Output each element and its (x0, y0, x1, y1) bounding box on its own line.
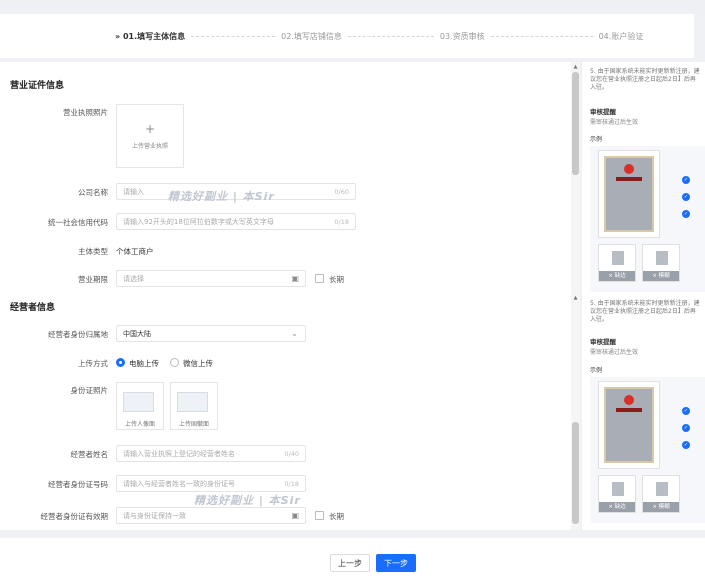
sample-label: 示例 (590, 136, 603, 143)
step-2: 02.填写店铺信息 (281, 31, 342, 41)
id-valid-long-label: 长期 (329, 512, 344, 521)
operator-id-number-input[interactable]: 请输入与经营者姓名一致的身份证号 0/18 (116, 475, 306, 492)
footer-bar: 上一步 下一步 (0, 538, 705, 580)
region-select[interactable]: 中国大陆 ⌄ (116, 325, 306, 342)
radio-wechat-upload[interactable] (170, 358, 179, 367)
sample-thumb-missing-edge: × 缺边 (598, 475, 636, 513)
upload-id-back-button[interactable]: 上传国徽面 (170, 382, 218, 430)
check-icon: ✓ (682, 441, 690, 449)
guidance-note: 5. 由于国家系统未能实时更新新注册，建议您在营业执照注册之日起后2日】后再入驻… (590, 68, 700, 91)
upload-id-front-label: 上传人像面 (124, 421, 155, 428)
step-divider (191, 35, 276, 37)
business-section-title: 营业证件信息 (10, 81, 65, 91)
subject-type-value: 个体工商户 (116, 247, 154, 256)
radio-computer-upload[interactable] (116, 358, 125, 367)
id-card-front-icon (123, 392, 154, 412)
watermark: 精选好副业 | 本Sir (194, 494, 301, 507)
plus-icon: + (144, 121, 156, 136)
step-1: » 01.填写主体信息 (115, 31, 186, 41)
operator-id-valid-placeholder: 请与身份证保持一致 (123, 511, 186, 520)
step-progress: » 01.填写主体信息 02.填写店铺信息 03.资质审核 04.账户验证 (0, 14, 694, 58)
license-sample-image (598, 150, 660, 238)
sample-box: ✓ ✓ ✓ × 缺边 × 模糊 (590, 146, 705, 292)
business-term-placeholder: 请选择 (123, 274, 144, 283)
check-icon: ✓ (682, 424, 690, 432)
emblem-icon (624, 164, 634, 174)
credit-code-label: 统一社会信用代码 (48, 218, 108, 227)
scroll-up-icon[interactable]: ▲ (572, 64, 579, 70)
license-photo-label: 营业执照照片 (63, 108, 108, 117)
operator-id-number-label: 经营者身份证号码 (48, 480, 108, 489)
business-term-long-checkbox[interactable] (315, 274, 324, 283)
upload-license-label: 上传营业执照 (131, 142, 168, 150)
id-valid-long-checkbox[interactable] (315, 511, 324, 520)
subject-type-label: 主体类型 (78, 247, 108, 256)
review-text: 需审核通过后生效 (590, 119, 639, 126)
char-counter: 0/60 (334, 187, 349, 196)
region-label: 经营者身份归属地 (48, 330, 108, 339)
operator-section-title: 经营者信息 (10, 303, 56, 313)
sample-thumb-blurry: × 模糊 (642, 244, 680, 282)
review-text: 需审核通过后生效 (590, 349, 639, 356)
id-card-back-icon (177, 392, 208, 412)
credit-code-placeholder: 请输入92开头的18位阿拉伯数字或大写英文字母 (123, 217, 274, 226)
region-value: 中国大陆 (123, 329, 151, 338)
operator-name-input[interactable]: 请输入营业执照上登记的经营者姓名 0/40 (116, 445, 306, 462)
review-title: 审核提醒 (590, 108, 616, 116)
prev-step-button[interactable]: 上一步 (330, 554, 370, 572)
operator-name-label: 经营者姓名 (70, 450, 109, 459)
guidance-note: 5. 由于国家系统未能实时更新新注册，建议您在营业执照注册之日起后2日】后再入驻… (590, 300, 700, 323)
credit-code-input[interactable]: 请输入92开头的18位阿拉伯数字或大写英文字母 0/18 (116, 213, 356, 230)
char-counter: 0/18 (334, 217, 349, 226)
operator-name-placeholder: 请输入营业执照上登记的经营者姓名 (123, 449, 235, 458)
operator-id-number-placeholder: 请输入与经营者姓名一致的身份证号 (123, 479, 235, 488)
sample-label: 示例 (590, 367, 603, 374)
char-counter: 0/40 (284, 449, 299, 458)
upload-license-button[interactable]: + 上传营业执照 (116, 104, 184, 168)
upload-id-back-label: 上传国徽面 (178, 421, 209, 428)
step-divider (347, 35, 434, 37)
business-term-long-label: 长期 (329, 275, 344, 284)
business-term-date-picker[interactable]: 请选择 ▣ (116, 270, 306, 287)
radio-wechat-upload-label: 微信上传 (183, 359, 213, 368)
guidance-panel: 5. 由于国家系统未能实时更新新注册，建议您在营业执照注册之日起后2日】后再入驻… (582, 62, 705, 530)
char-counter: 0/18 (284, 479, 299, 488)
id-photo-label: 身份证照片 (70, 386, 109, 395)
emblem-icon (624, 395, 634, 405)
step-4: 04.账户验证 (598, 31, 644, 41)
scrollbar-thumb[interactable] (572, 72, 579, 175)
company-name-label: 公司名称 (78, 188, 108, 197)
top-bar (0, 0, 705, 14)
check-icon: ✓ (682, 407, 690, 415)
scroll-up-icon[interactable]: ▲ (572, 295, 579, 301)
business-term-label: 营业期限 (78, 275, 108, 284)
watermark: 精选好副业 | 本Sir (168, 190, 275, 203)
step-divider (490, 35, 593, 37)
operator-id-valid-label: 经营者身份证有效期 (40, 512, 109, 521)
sample-thumb-missing-edge: × 缺边 (598, 244, 636, 282)
radio-computer-upload-label: 电脑上传 (129, 359, 159, 368)
review-title: 审核提醒 (590, 338, 616, 346)
sample-box: ✓ ✓ ✓ × 缺边 × 模糊 (590, 377, 705, 523)
calendar-icon: ▣ (291, 274, 299, 283)
operator-id-valid-date-picker[interactable]: 请与身份证保持一致 ▣ (116, 507, 306, 524)
form-panel: 营业证件信息 营业执照照片 + 上传营业执照 公司名称 请输入 0/60 统一社… (0, 62, 578, 530)
form-scrollbar[interactable]: ▲ ▲ (571, 62, 580, 530)
company-name-placeholder: 请输入 (123, 187, 144, 196)
scrollbar-thumb[interactable] (572, 422, 579, 524)
license-sample-image (598, 381, 660, 469)
calendar-icon: ▣ (291, 511, 299, 520)
chevron-down-icon: ⌄ (291, 329, 298, 338)
upload-method-label: 上传方式 (78, 359, 108, 368)
sample-thumb-blurry: × 模糊 (642, 475, 680, 513)
check-icon: ✓ (682, 193, 690, 201)
check-icon: ✓ (682, 176, 690, 184)
check-icon: ✓ (682, 210, 690, 218)
step-3: 03.资质审核 (439, 31, 485, 41)
upload-id-front-button[interactable]: 上传人像面 (116, 382, 164, 430)
next-step-button[interactable]: 下一步 (376, 554, 416, 572)
